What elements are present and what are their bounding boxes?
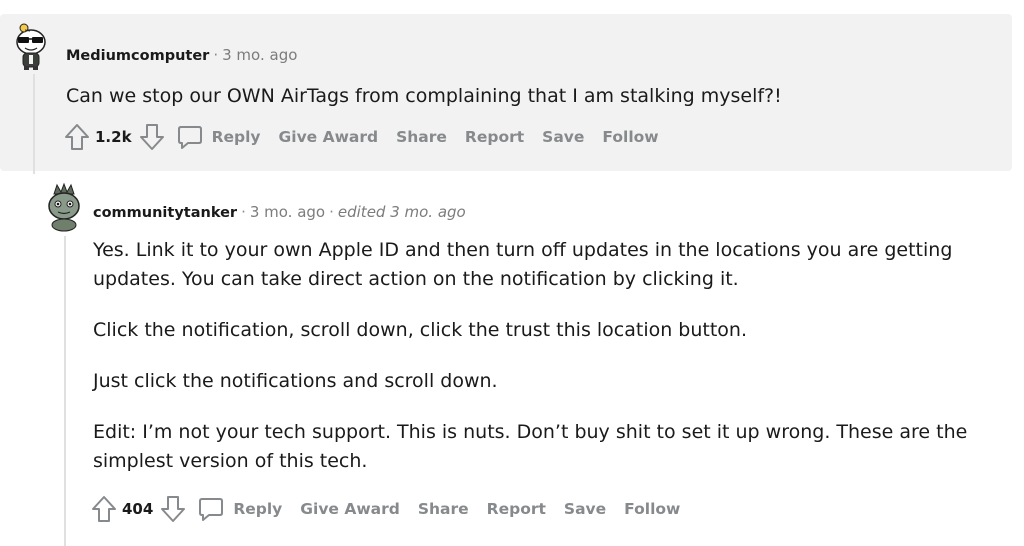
meta-separator: · [213, 46, 219, 64]
follow-button[interactable]: Follow [602, 128, 658, 146]
thread-collapse-line[interactable] [64, 236, 66, 546]
give-award-button[interactable]: Give Award [279, 128, 379, 146]
snoo-avatar-crown-icon[interactable] [42, 182, 86, 232]
edited-timestamp: edited 3 mo. ago [337, 203, 466, 221]
comment-actions: 404 Reply Give Award Share Report Save F… [90, 494, 698, 524]
comment-paragraph: Just click the notifications and scroll … [93, 370, 498, 392]
follow-button[interactable]: Follow [624, 500, 680, 518]
comment-timestamp[interactable]: 3 mo. ago [250, 203, 325, 221]
comment-bubble-icon [199, 498, 224, 521]
comment-bubble-icon [177, 126, 202, 149]
downvote-icon[interactable] [138, 122, 166, 152]
upvote-icon[interactable] [90, 494, 118, 524]
comment-paragraph: Click the notification, scroll down, cli… [93, 319, 748, 341]
comment-paragraph: Can we stop our OWN AirTags from complai… [66, 85, 782, 107]
upvote-icon[interactable] [63, 122, 91, 152]
save-button[interactable]: Save [564, 500, 606, 518]
share-button[interactable]: Share [396, 128, 447, 146]
comment-timestamp[interactable]: 3 mo. ago [222, 46, 297, 64]
save-button[interactable]: Save [542, 128, 584, 146]
reply-label: Reply [233, 500, 283, 518]
snoo-avatar-sunglasses-icon[interactable] [10, 22, 54, 72]
downvote-icon[interactable] [159, 494, 187, 524]
comment-body: Yes. Link it to your own Apple ID and th… [93, 236, 973, 498]
author-link[interactable]: communitytanker [93, 205, 237, 221]
give-award-button[interactable]: Give Award [300, 500, 400, 518]
report-button[interactable]: Report [487, 500, 546, 518]
comment-paragraph: Yes. Link it to your own Apple ID and th… [93, 239, 953, 290]
report-button[interactable]: Report [465, 128, 524, 146]
vote-score: 404 [122, 500, 154, 518]
reply-button[interactable]: Reply [197, 495, 282, 523]
reply-label: Reply [211, 128, 261, 146]
meta-separator: · [241, 203, 246, 221]
meta-separator: · [329, 203, 334, 221]
comment-actions: 1.2k Reply Give Award Share Report Save … [63, 122, 677, 152]
comment-meta: communitytanker · 3 mo. ago · edited 3 mo. a… [93, 203, 466, 221]
vote-score: 1.2k [95, 128, 132, 146]
share-button[interactable]: Share [418, 500, 469, 518]
comment-paragraph: Edit: I’m not your tech support. This is… [93, 421, 968, 472]
thread-collapse-line[interactable] [33, 74, 35, 174]
author-link[interactable]: Mediumcomputer [66, 48, 209, 64]
reply-button[interactable]: Reply [176, 123, 261, 151]
comment-meta: Mediumcomputer · 3 mo. ago [66, 46, 297, 64]
